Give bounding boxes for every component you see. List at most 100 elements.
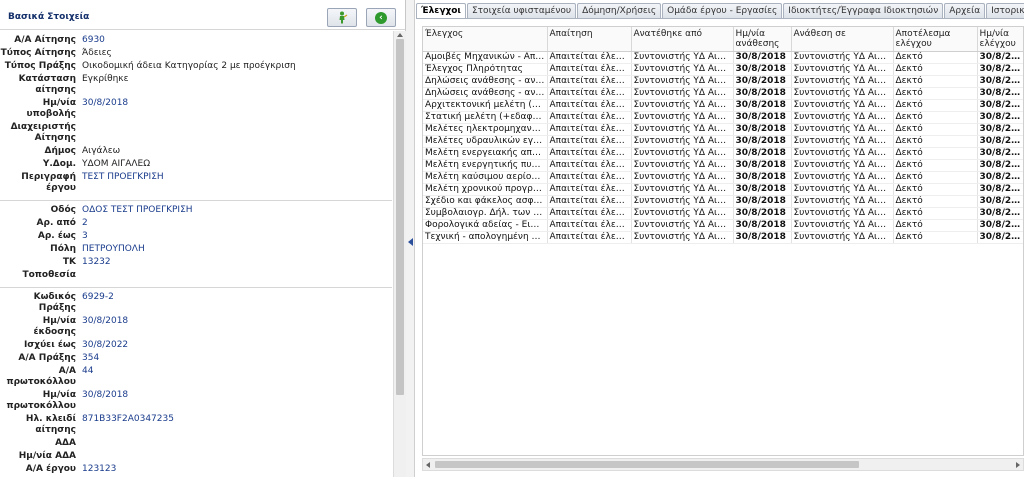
table-cell: Σχέδιο και φάκελος ασφάλεια... bbox=[423, 195, 548, 208]
field-value: 354 bbox=[82, 353, 100, 363]
form-row: Ηλ. κλειδί αίτησης 871B33F2A0347235 bbox=[0, 414, 392, 436]
table-cell: Απαιτείται έλεγχος ... bbox=[547, 171, 632, 184]
form-row: Υ.Δομ. ΥΔΟΜ ΑΙΓΑΛΕΩ bbox=[0, 159, 392, 170]
table-row[interactable]: Αρχιτεκτονική μελέτη (παθητ...Απαιτείται… bbox=[423, 99, 1023, 112]
field-label: Κατάσταση αίτησης bbox=[18, 74, 76, 95]
table-row[interactable]: Δηλώσεις ανάθεσης - ανάλη...Απαιτείται έ… bbox=[423, 87, 1023, 100]
field-label: ΤΚ bbox=[62, 257, 76, 267]
field-label: Αρ. έως bbox=[37, 231, 76, 241]
table-cell: Συντονιστής ΥΔ Αιγάλεω bbox=[791, 99, 894, 112]
tab-divider bbox=[416, 18, 1024, 19]
panel-splitter[interactable] bbox=[406, 0, 415, 477]
table-row[interactable]: Μελέτη ενεργειακής απόδοση...Απαιτείται … bbox=[423, 147, 1023, 160]
tab-3[interactable]: Ομάδα έργου - Εργασίες bbox=[662, 3, 783, 18]
scroll-left-icon[interactable] bbox=[426, 462, 430, 468]
column-header[interactable]: Ανάθεση σε bbox=[791, 27, 894, 52]
form-row: Ισχύει έως 30/8/2022 bbox=[0, 340, 392, 351]
back-arrow-icon: ‹ bbox=[375, 11, 387, 24]
field-label: ΑΔΑ bbox=[55, 438, 76, 448]
field-value: 30/8/2018 bbox=[82, 390, 129, 400]
right-panel: Έλεγχοι Στοιχεία υφισταμένου Δόμηση/Χρήσει… bbox=[416, 0, 1024, 477]
table-row[interactable]: Στατική μελέτη (+εδαφοτεχν...Απαιτείται … bbox=[423, 111, 1023, 124]
table-row[interactable]: Μελέτες υδραυλικών εγκατα...Απαιτείται έ… bbox=[423, 135, 1023, 148]
column-header[interactable]: Ημ/νία ελέγχου bbox=[977, 27, 1023, 52]
table-cell: Μελέτη χρονικού προγραμμα... bbox=[423, 183, 548, 196]
table-cell: Δεκτό bbox=[893, 51, 978, 64]
table-row[interactable]: Φορολογικά αδείας - Ειδικό έ...Απαιτείτα… bbox=[423, 219, 1023, 232]
table-cell: Συντονιστής ΥΔ Αιγάλεω bbox=[631, 51, 734, 64]
scroll-up-icon[interactable] bbox=[397, 33, 403, 37]
table-cell: 30/8/2018 bbox=[977, 207, 1023, 220]
table-row[interactable]: Συμβολαιογρ. Δήλ. των προβ...Απαιτείται … bbox=[423, 207, 1023, 220]
wizard-button[interactable] bbox=[327, 8, 357, 27]
form-row: Αρ. έως 3 bbox=[0, 231, 392, 242]
table-cell: 30/8/2018 bbox=[977, 195, 1023, 208]
horizontal-scrollbar[interactable] bbox=[422, 458, 1024, 471]
table-cell: Δεκτό bbox=[893, 63, 978, 76]
column-header[interactable]: Έλεγχος bbox=[423, 27, 548, 52]
tab-1[interactable]: Στοιχεία υφισταμένου bbox=[466, 3, 577, 18]
table-row[interactable]: Μελέτη ενεργητικής πυροπρο...Απαιτείται … bbox=[423, 159, 1023, 172]
table-cell: 30/8/2018 bbox=[977, 171, 1023, 184]
column-header[interactable]: Απαίτηση bbox=[547, 27, 632, 52]
table-row[interactable]: Σχέδιο και φάκελος ασφάλεια...Απαιτείται… bbox=[423, 195, 1023, 208]
table-cell: Δεκτό bbox=[893, 135, 978, 148]
form-row: Ημ/νία ΑΔΑ bbox=[0, 451, 392, 462]
field-label: Ημ/νία έκδοσης bbox=[33, 316, 76, 337]
table-cell: Συντονιστής ΥΔ Αιγάλεω bbox=[791, 87, 894, 100]
table-row[interactable]: Μελέτη καύσιμου αερίου, εγκ...Απαιτείται… bbox=[423, 171, 1023, 184]
field-value: ΥΔΟΜ ΑΙΓΑΛΕΩ bbox=[82, 159, 151, 169]
table-cell: Δεκτό bbox=[893, 159, 978, 172]
field-value: Οικοδομική άδεια Κατηγορίας 2 με προέγκρ… bbox=[82, 61, 296, 71]
tab-6[interactable]: Ιστορικό Αίτησης bbox=[986, 3, 1024, 18]
table-cell: Συντονιστής ΥΔ Αιγάλεω bbox=[631, 123, 734, 136]
form-row: Πόλη ΠΕΤΡΟΥΠΟΛΗ bbox=[0, 244, 392, 255]
table-cell: Αμοιβές Μηχανικών - Αποδει... bbox=[423, 51, 548, 64]
table-cell: Συντονιστής ΥΔ Αιγάλεω bbox=[791, 219, 894, 232]
scroll-thumb[interactable] bbox=[396, 39, 404, 395]
table-cell: 30/8/2018 bbox=[977, 159, 1023, 172]
table-row[interactable]: Τεχνική - απολογημένη Έκθ... Απαιτείται έ… bbox=[423, 231, 1023, 244]
left-vertical-scrollbar[interactable] bbox=[393, 31, 406, 477]
column-header[interactable]: Ανατέθηκε από bbox=[631, 27, 734, 52]
left-panel-header: Βασικά Στοιχεία ‹ bbox=[0, 0, 405, 30]
table-cell: Δηλώσεις ανάθεσης - ανάλη... bbox=[423, 75, 548, 88]
collapse-arrow-icon[interactable] bbox=[408, 238, 413, 246]
table-cell: Δεκτό bbox=[893, 147, 978, 160]
table-cell: Δεκτό bbox=[893, 207, 978, 220]
form-row: Τοποθεσία bbox=[0, 270, 392, 281]
field-label: Ημ/νία υποβολής bbox=[26, 98, 76, 119]
table-cell: 30/8/2018 bbox=[733, 111, 792, 124]
form-row: Κωδικός Πράξης 6929-2 bbox=[0, 292, 392, 314]
table-row[interactable]: Έλεγχος ΠληρότηταςΑπαιτείται έλεγχος ...… bbox=[423, 63, 1023, 76]
column-header[interactable]: Αποτέλεσμα ελέγχου bbox=[893, 27, 978, 52]
tab-4[interactable]: Ιδιοκτήτες/Έγγραφα Ιδιοκτησιών bbox=[783, 3, 944, 18]
table-row[interactable]: Δηλώσεις ανάθεσης - ανάλη...Απαιτείται έ… bbox=[423, 75, 1023, 88]
field-value: 13232 bbox=[82, 257, 111, 267]
tab-5[interactable]: Αρχεία bbox=[944, 3, 986, 18]
back-button[interactable]: ‹ bbox=[366, 8, 396, 27]
table-cell: Συντονιστής ΥΔ Αιγάλεω bbox=[631, 111, 734, 124]
field-value: Άδειες bbox=[82, 48, 112, 58]
horizontal-scroll-thumb[interactable] bbox=[435, 461, 859, 468]
form-row: Αρ. από 2 bbox=[0, 218, 392, 229]
table-row[interactable]: Μελέτη χρονικού προγραμμα...Απαιτείται έ… bbox=[423, 183, 1023, 196]
table-cell: Δεκτό bbox=[893, 99, 978, 112]
table-cell: Συντονιστής ΥΔ Αιγάλεω bbox=[631, 63, 734, 76]
tab-0[interactable]: Έλεγχοι bbox=[416, 3, 466, 19]
field-label: Διαχειριστής Αίτησης bbox=[10, 122, 76, 143]
scroll-right-icon[interactable] bbox=[1016, 462, 1020, 468]
table-cell: 30/8/2018 bbox=[733, 231, 792, 244]
table-cell: Απαιτείται έλεγχος ... bbox=[547, 63, 632, 76]
table-cell: Συντονιστής ΥΔ Αιγάλεω bbox=[791, 63, 894, 76]
wizard-icon bbox=[339, 11, 348, 24]
column-header[interactable]: Ημ/νία ανάθεσης bbox=[733, 27, 792, 52]
table-cell: Συντονιστής ΥΔ Αιγάλεω bbox=[791, 195, 894, 208]
table-row[interactable]: Αμοιβές Μηχανικών - Αποδει...Απαιτείται … bbox=[423, 51, 1023, 64]
table-row[interactable]: Μελέτες ηλεκτρομηχανολογι...Απαιτείται έ… bbox=[423, 123, 1023, 136]
table-cell: Συντονιστής ΥΔ Αιγάλεω bbox=[631, 159, 734, 172]
form-group: Οδός ΟΔΟΣ ΤΕΣΤ ΠΡΟΕΓΚΡΙΣΗ Αρ. από 2 Αρ. έως 3… bbox=[0, 201, 392, 288]
table-cell: 30/8/2018 bbox=[977, 63, 1023, 76]
tab-2[interactable]: Δόμηση/Χρήσεις bbox=[577, 3, 662, 18]
table-cell: Συντονιστής ΥΔ Αιγάλεω bbox=[791, 135, 894, 148]
